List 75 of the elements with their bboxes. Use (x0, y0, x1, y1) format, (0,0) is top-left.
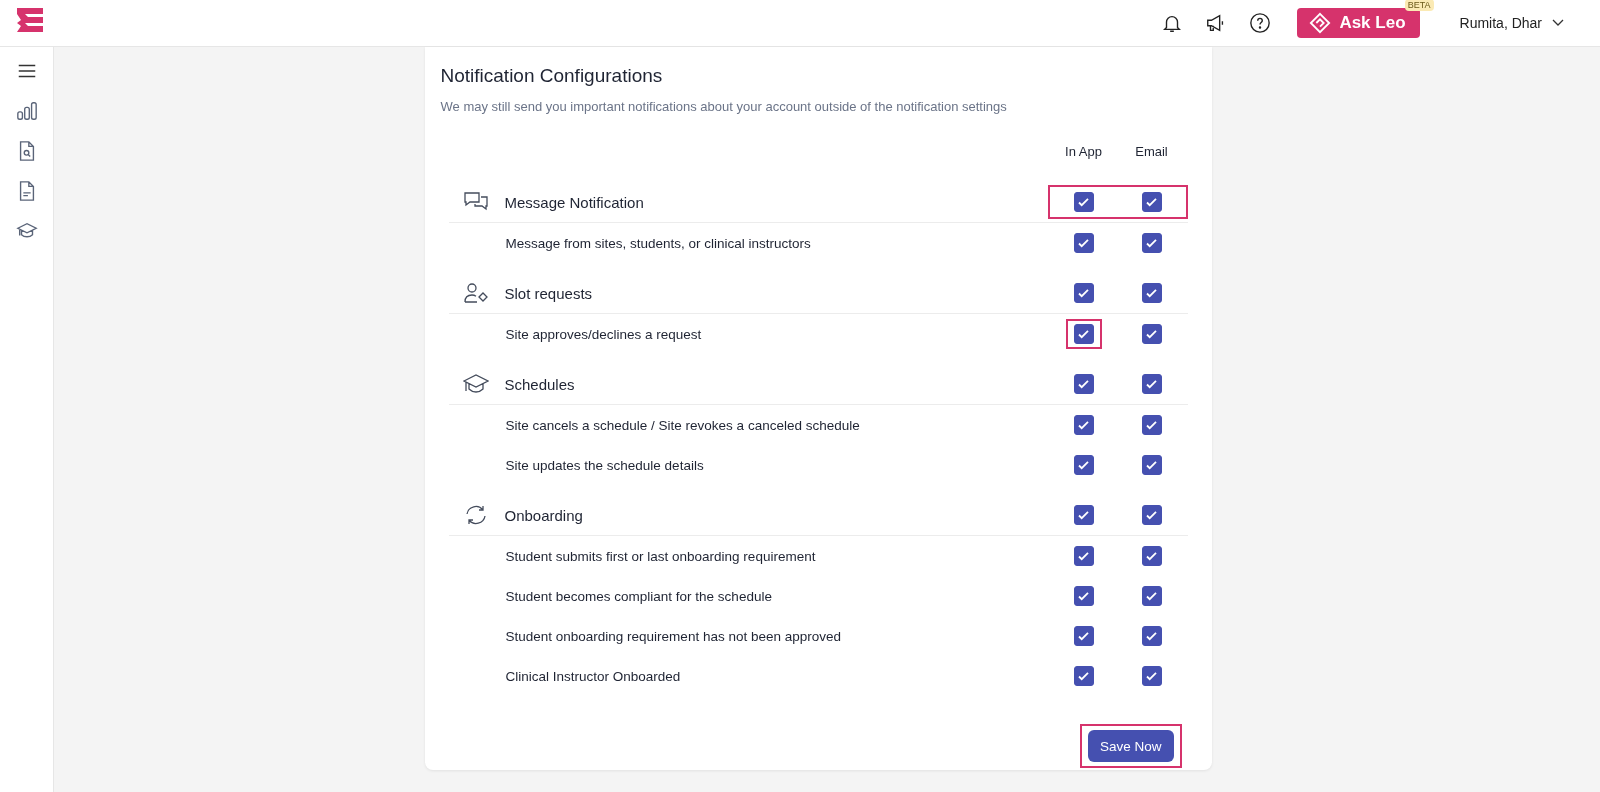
checkmark-icon (1078, 420, 1089, 430)
checkbox[interactable] (1073, 546, 1094, 566)
checkmark-icon (1078, 631, 1089, 641)
graduation-cap-icon (462, 373, 489, 395)
column-header: Email (1134, 144, 1169, 161)
checkbox[interactable] (1141, 233, 1162, 253)
notification-label: Site cancels a schedule / Site revokes a canceled schedule (505, 417, 860, 433)
checkmark-icon (1146, 238, 1157, 248)
checkmark-icon (1078, 671, 1089, 681)
checkmark-icon (1078, 460, 1089, 470)
checkbox[interactable] (1073, 505, 1094, 525)
chat-bubbles-icon (462, 191, 489, 213)
card-subtitle: We may still send you important notifications about your account outside of the notification settings (440, 99, 1008, 114)
checkmark-icon (1078, 329, 1089, 339)
checkbox[interactable] (1073, 455, 1094, 475)
notification-label: Student submits first or last onboarding requirement (505, 548, 816, 564)
checkmark-icon (1146, 288, 1157, 298)
checkmark-icon (1078, 551, 1089, 561)
card-title: Notification Configurations (440, 65, 664, 87)
checkbox[interactable] (1141, 626, 1162, 646)
checkbox[interactable] (1141, 546, 1162, 566)
checkbox[interactable] (1141, 455, 1162, 475)
checkbox[interactable] (1073, 374, 1094, 394)
checkmark-icon (1146, 460, 1157, 470)
notification-label: Student onboarding requirement has not been approved (505, 628, 841, 644)
checkmark-icon (1078, 510, 1089, 520)
section-title: Slot requests (504, 284, 593, 302)
checkbox[interactable] (1073, 192, 1094, 212)
checkmark-icon (1078, 197, 1089, 207)
beta-badge: BETA (1404, 0, 1434, 11)
checkmark-icon (1146, 379, 1157, 389)
checkbox[interactable] (1141, 324, 1162, 344)
checkmark-icon (1078, 238, 1089, 248)
checkbox[interactable] (1073, 415, 1094, 435)
checkbox[interactable] (1073, 233, 1094, 253)
section-title: Schedules (504, 375, 575, 393)
notification-label: Student becomes compliant for the schedule (505, 588, 772, 604)
checkbox[interactable] (1141, 374, 1162, 394)
user-tag-icon (462, 282, 489, 304)
diamond-icon (1309, 12, 1332, 34)
checkmark-icon (1146, 591, 1157, 601)
checkbox[interactable] (1141, 586, 1162, 606)
help-icon[interactable] (1249, 12, 1272, 34)
checkmark-icon (1078, 288, 1089, 298)
column-header: In App (1064, 144, 1103, 161)
checkbox[interactable] (1141, 283, 1162, 303)
checkbox[interactable] (1073, 666, 1094, 686)
checkbox[interactable] (1141, 415, 1162, 435)
checkbox[interactable] (1073, 283, 1094, 303)
checkmark-icon (1146, 671, 1157, 681)
checkmark-icon (1146, 510, 1157, 520)
notification-label: Clinical Instructor Onboarded (505, 668, 681, 684)
user-menu[interactable]: Rumita, Dhar (1453, 14, 1570, 32)
checkmark-icon (1146, 551, 1157, 561)
section-title: Message Notification (504, 193, 644, 211)
notification-label: Site approves/declines a request (505, 326, 702, 342)
checkmark-icon (1078, 379, 1089, 389)
bar-chart-icon[interactable] (15, 100, 38, 122)
notification-label: Site updates the schedule details (505, 457, 704, 473)
ask-leo-button[interactable]: Ask Leo (1297, 8, 1420, 38)
checkbox[interactable] (1073, 324, 1094, 344)
checkmark-icon (1078, 591, 1089, 601)
chevron-down-icon (1552, 19, 1564, 27)
section-title: Onboarding (504, 506, 583, 524)
checkbox[interactable] (1073, 586, 1094, 606)
checkbox[interactable] (1141, 505, 1162, 525)
checkmark-icon (1146, 420, 1157, 430)
notification-label: Message from sites, students, or clinical instructors (505, 235, 811, 251)
checkbox[interactable] (1073, 626, 1094, 646)
checkmark-icon (1146, 631, 1157, 641)
checkbox[interactable] (1141, 192, 1162, 212)
save-button[interactable]: Save Now (1087, 730, 1174, 762)
checkmark-icon (1146, 197, 1157, 207)
checkmark-icon (1146, 329, 1157, 339)
checkbox[interactable] (1141, 666, 1162, 686)
